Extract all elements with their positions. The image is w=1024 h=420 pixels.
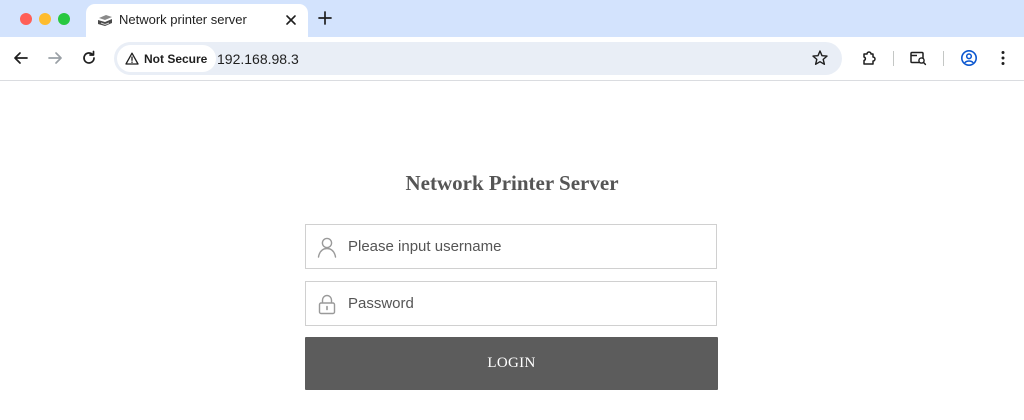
browser-window: Network printer server Not Secure 192.16… (0, 0, 1024, 420)
lock-icon (318, 294, 336, 315)
address-bar[interactable]: Not Secure 192.168.98.3 (114, 42, 842, 75)
warning-triangle-icon (125, 52, 139, 65)
maximize-window-button[interactable] (58, 13, 70, 25)
password-input[interactable] (348, 282, 708, 325)
toolbar-divider (943, 51, 944, 66)
toolbar-divider (893, 51, 894, 66)
extensions-puzzle-icon[interactable] (860, 49, 878, 67)
back-arrow-icon[interactable] (12, 49, 30, 67)
reload-icon[interactable] (80, 49, 98, 67)
security-chip[interactable]: Not Secure (117, 45, 217, 72)
browser-toolbar: Not Secure 192.168.98.3 (0, 37, 1024, 81)
close-window-button[interactable] (20, 13, 32, 25)
security-label: Not Secure (144, 51, 208, 66)
user-icon (317, 237, 337, 258)
login-button[interactable]: LOGIN (305, 337, 718, 390)
new-tab-icon[interactable] (317, 10, 333, 26)
page-content: Network Printer Server LOGIN (0, 81, 1024, 420)
tab-strip: Network printer server (0, 0, 1024, 37)
username-field[interactable] (305, 224, 717, 269)
more-menu-icon[interactable] (994, 49, 1012, 67)
reading-list-icon[interactable] (909, 49, 927, 67)
username-input[interactable] (348, 225, 708, 268)
forward-arrow-icon[interactable] (46, 49, 64, 67)
tab-title: Network printer server (119, 12, 247, 27)
minimize-window-button[interactable] (39, 13, 51, 25)
close-tab-icon[interactable] (284, 13, 298, 27)
profile-avatar-icon[interactable] (960, 49, 978, 67)
printer-icon (98, 15, 112, 26)
url-text[interactable]: 192.168.98.3 (217, 51, 299, 67)
password-field[interactable] (305, 281, 717, 326)
page-title: Network Printer Server (405, 171, 619, 195)
tab-network-printer-server[interactable]: Network printer server (86, 4, 308, 37)
bookmark-star-icon[interactable] (811, 49, 829, 67)
